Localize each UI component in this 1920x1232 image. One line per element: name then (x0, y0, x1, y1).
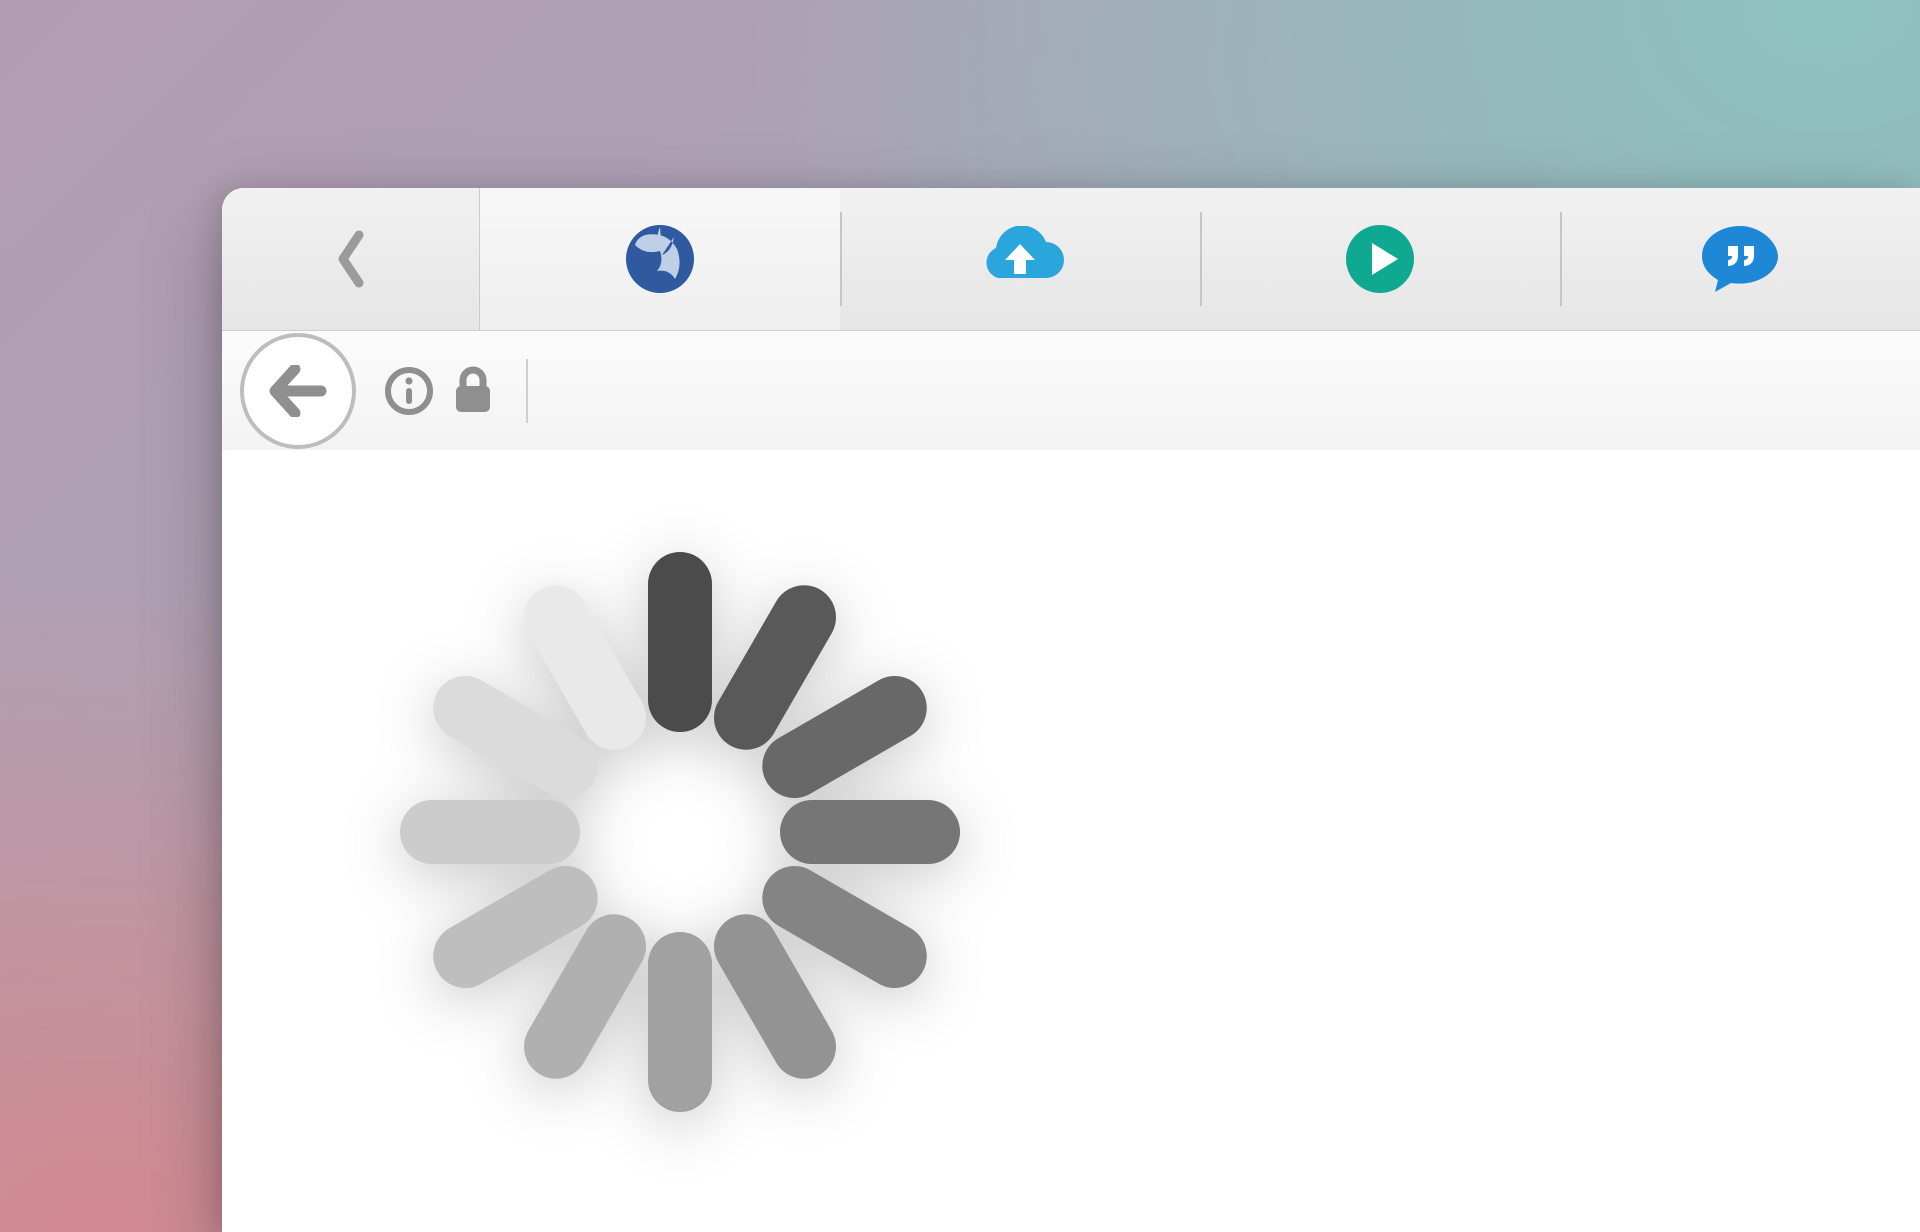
arrow-left-icon (269, 365, 327, 417)
url-input[interactable] (550, 355, 1898, 427)
tab-play[interactable] (1200, 188, 1560, 330)
spinner-spoke (648, 552, 712, 732)
url-separator (526, 359, 528, 423)
globe-icon (622, 221, 698, 297)
cloud-upload-icon (974, 226, 1066, 292)
address-bar-icons (384, 366, 494, 416)
chevron-left-icon (333, 229, 369, 289)
browser-window (222, 188, 1920, 1232)
site-info-button[interactable] (384, 366, 434, 416)
back-button[interactable] (240, 333, 356, 449)
chat-quote-icon (1698, 222, 1782, 296)
tab-overflow-left-button[interactable] (222, 188, 480, 330)
lock-icon (452, 366, 494, 416)
tab-globe[interactable] (480, 188, 840, 330)
navigation-toolbar (222, 331, 1920, 453)
tab-chat-quote[interactable] (1560, 188, 1920, 330)
play-circle-icon (1344, 223, 1416, 295)
loading-spinner (380, 532, 980, 1132)
spinner-spoke (400, 800, 580, 864)
spinner-spoke (780, 800, 960, 864)
info-icon (384, 366, 434, 416)
tab-cloud-upload[interactable] (840, 188, 1200, 330)
spinner-spoke (648, 932, 712, 1112)
page-content (222, 450, 1920, 1232)
site-security-indicator[interactable] (452, 366, 494, 416)
tab-strip (222, 188, 1920, 331)
